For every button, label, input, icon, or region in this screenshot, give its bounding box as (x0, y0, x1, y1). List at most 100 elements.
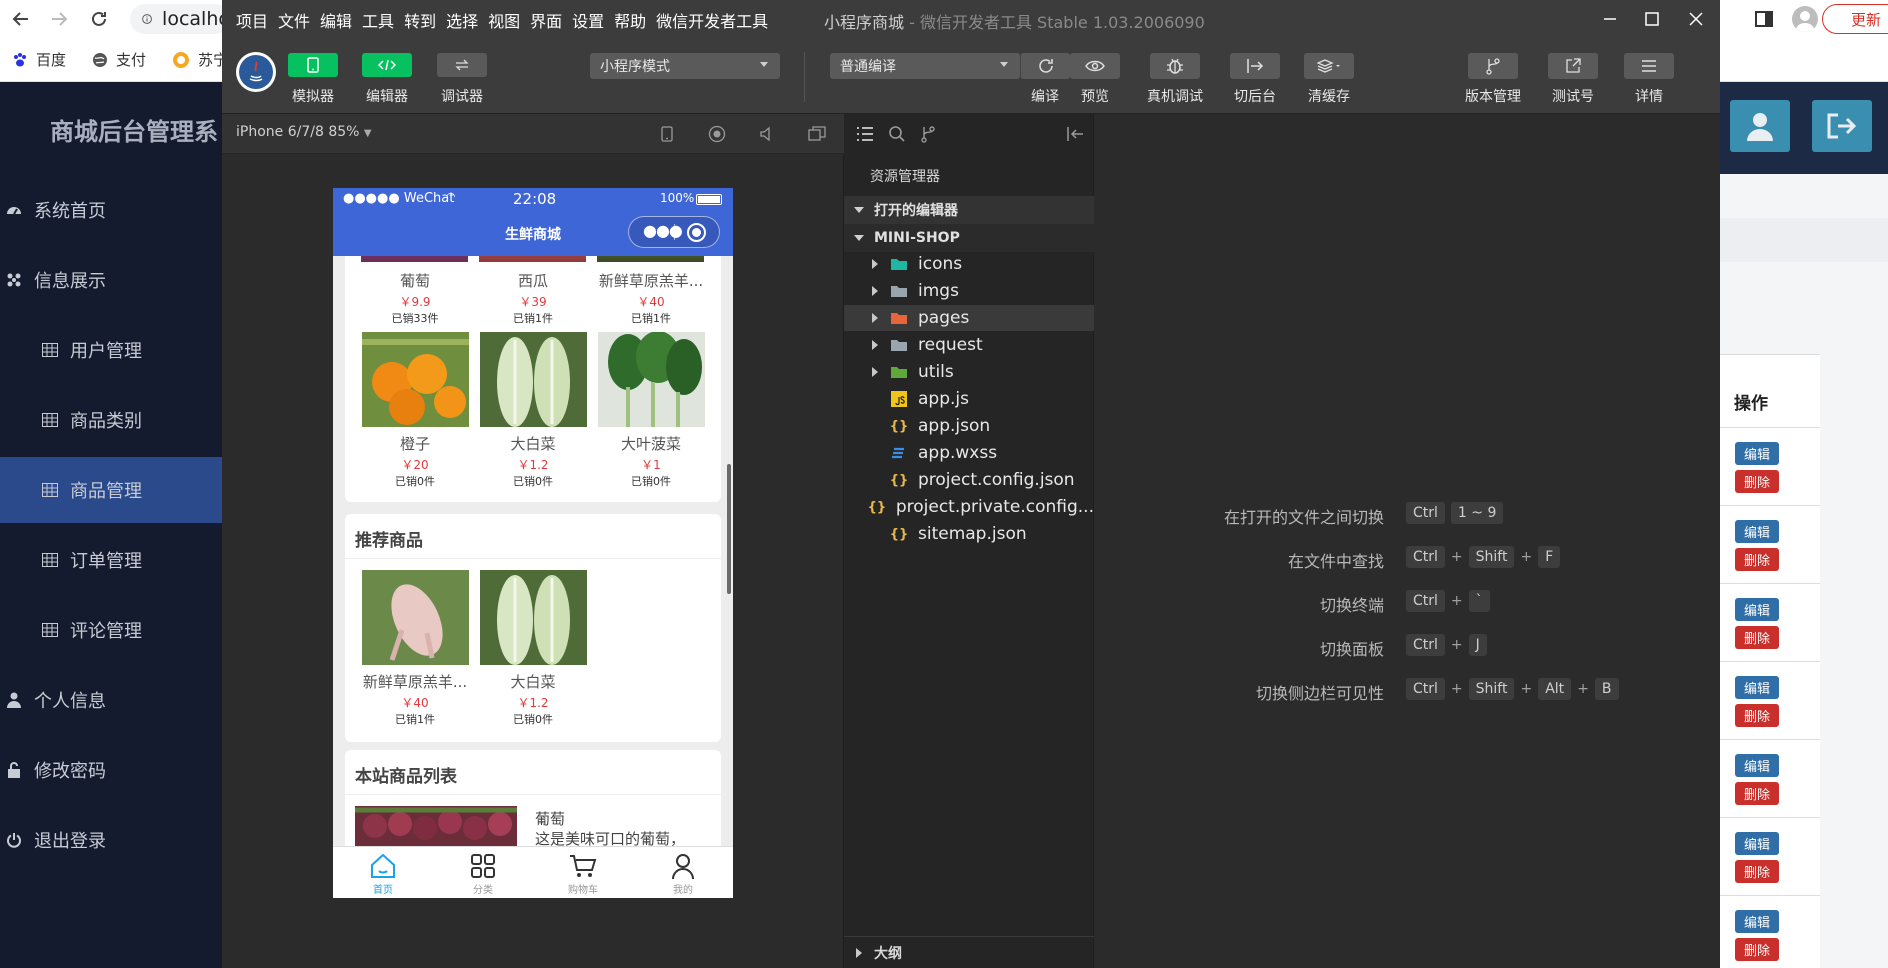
clear-cache-button[interactable] (1304, 53, 1354, 79)
close-button[interactable] (1684, 7, 1708, 31)
menu-help[interactable]: 帮助 (614, 8, 652, 32)
remote-debug-button[interactable] (1150, 53, 1200, 79)
reload-button[interactable] (86, 6, 112, 32)
device-rotate-button[interactable] (658, 125, 676, 143)
search-icon[interactable] (888, 125, 906, 143)
volume-button[interactable] (758, 125, 776, 143)
profile-avatar[interactable] (1792, 6, 1818, 32)
grape-thumbnail[interactable] (355, 806, 517, 846)
edit-button[interactable]: 编辑 (1735, 442, 1779, 465)
outline-section[interactable]: 大纲 (844, 936, 1094, 968)
tree-folder-utils[interactable]: utils (844, 359, 1094, 385)
phone-scrollbar[interactable] (727, 464, 731, 594)
delete-button[interactable]: 删除 (1735, 782, 1779, 805)
edit-button[interactable]: 编辑 (1735, 832, 1779, 855)
tab-cart[interactable]: 购物车 (533, 847, 633, 898)
simulator-toggle[interactable] (288, 53, 338, 77)
device-select[interactable]: iPhone 6/7/8 85% ▼ (236, 124, 372, 140)
minimize-button[interactable] (1598, 7, 1622, 31)
delete-button[interactable]: 删除 (1735, 626, 1779, 649)
sidebar-item-categories[interactable]: 商品类别 (0, 387, 222, 453)
account-avatar[interactable] (236, 52, 276, 92)
compile-mode-select[interactable]: 普通编译 (830, 53, 1020, 79)
capsule-menu[interactable]: ●●● (628, 216, 720, 248)
menu-select[interactable]: 选择 (446, 8, 484, 32)
sidebar-item-home[interactable]: 系统首页 (0, 177, 222, 243)
bookmark-item[interactable]: 支付 (92, 49, 146, 70)
preview-button[interactable] (1070, 53, 1120, 79)
tree-file-sitemap[interactable]: {} sitemap.json (844, 521, 1094, 547)
delete-button[interactable]: 删除 (1735, 470, 1779, 493)
tab-home[interactable]: 首页 (333, 847, 433, 898)
menu-settings[interactable]: 设置 (572, 8, 610, 32)
goods-item[interactable]: 新鲜草原羔羊... ￥40 已销1件 (360, 570, 470, 727)
address-bar[interactable]: localho (130, 4, 230, 34)
compile-button[interactable] (1020, 53, 1070, 79)
goods-item[interactable]: 新鲜草原羔羊... ￥40 已销1件 (596, 264, 706, 326)
open-editors-section[interactable]: 打开的编辑器 (844, 196, 1094, 224)
goods-item[interactable]: 大白菜 ￥1.2 已销0件 (478, 570, 588, 727)
edit-button[interactable]: 编辑 (1735, 910, 1779, 933)
source-control-icon[interactable] (920, 125, 936, 143)
sidebar-item-comments[interactable]: 评论管理 (0, 597, 222, 663)
goods-item[interactable]: 西瓜 ￥39 已销1件 (478, 264, 588, 326)
edit-button[interactable]: 编辑 (1735, 598, 1779, 621)
version-button[interactable] (1468, 53, 1518, 79)
sidebar-item-users[interactable]: 用户管理 (0, 317, 222, 383)
menu-edit[interactable]: 编辑 (320, 8, 358, 32)
tree-file-app-json[interactable]: {} app.json (844, 413, 1094, 439)
bookmark-item[interactable]: 苏宁 (172, 49, 228, 70)
sidebar-item-products[interactable]: 商品管理 (0, 457, 222, 523)
tree-folder-icons[interactable]: icons (844, 251, 1094, 277)
goods-item[interactable]: 葡萄 ￥9.9 已销33件 (360, 264, 470, 326)
tree-file-project-private-config[interactable]: {} project.private.config... (844, 494, 1094, 520)
tree-folder-request[interactable]: request (844, 332, 1094, 358)
menu-tools[interactable]: 工具 (362, 8, 400, 32)
sidebar-item-password[interactable]: 修改密码 (0, 737, 222, 803)
menu-interface[interactable]: 界面 (530, 8, 568, 32)
tree-file-project-config[interactable]: {} project.config.json (844, 467, 1094, 493)
logout-button[interactable] (1812, 100, 1872, 152)
goods-item[interactable]: 橙子 ￥20 已销0件 (360, 332, 470, 489)
sidebar-item-orders[interactable]: 订单管理 (0, 527, 222, 593)
project-section[interactable]: MINI-SHOP (844, 224, 1094, 252)
back-button[interactable] (8, 6, 34, 32)
edit-button[interactable]: 编辑 (1735, 676, 1779, 699)
menu-view[interactable]: 视图 (488, 8, 526, 32)
maximize-button[interactable] (1640, 7, 1664, 31)
editor-toggle[interactable] (362, 53, 412, 77)
update-button[interactable]: 更新 (1822, 4, 1888, 34)
details-button[interactable] (1624, 53, 1674, 79)
tree-file-app-js[interactable]: app.js (844, 386, 1094, 412)
menu-file[interactable]: 文件 (278, 8, 316, 32)
menu-goto[interactable]: 转到 (404, 8, 442, 32)
bookmark-item[interactable]: 百度 (12, 49, 66, 70)
menu-project[interactable]: 项目 (236, 8, 274, 32)
edit-button[interactable]: 编辑 (1735, 520, 1779, 543)
delete-button[interactable]: 删除 (1735, 938, 1779, 961)
close-miniprogram-icon[interactable] (687, 223, 706, 242)
collapse-panel-icon[interactable] (1066, 126, 1084, 142)
tree-folder-pages[interactable]: pages (844, 305, 1094, 331)
delete-button[interactable]: 删除 (1735, 704, 1779, 727)
tree-folder-imgs[interactable]: imgs (844, 278, 1094, 304)
more-dots-icon[interactable]: ●●● (643, 221, 683, 240)
delete-button[interactable]: 删除 (1735, 860, 1779, 883)
tab-category[interactable]: 分类 (433, 847, 533, 898)
goods-item[interactable]: 大叶菠菜 ￥1 已销0件 (596, 332, 706, 489)
record-button[interactable] (708, 125, 726, 143)
test-account-button[interactable] (1548, 53, 1598, 79)
menu-wechat-devtools[interactable]: 微信开发者工具 (656, 8, 774, 32)
edit-button[interactable]: 编辑 (1735, 754, 1779, 777)
detach-button[interactable] (808, 125, 826, 143)
mode-select[interactable]: 小程序模式 (590, 53, 780, 79)
sidebar-toggle-icon[interactable] (1754, 9, 1774, 29)
user-button[interactable] (1730, 100, 1790, 152)
tree-file-app-wxss[interactable]: app.wxss (844, 440, 1094, 466)
sidebar-item-profile[interactable]: 个人信息 (0, 667, 222, 733)
delete-button[interactable]: 删除 (1735, 548, 1779, 571)
goods-item[interactable]: 大白菜 ￥1.2 已销0件 (478, 332, 588, 489)
sidebar-item-logout[interactable]: 退出登录 (0, 807, 222, 873)
background-button[interactable] (1230, 53, 1280, 79)
tab-mine[interactable]: 我的 (633, 847, 733, 898)
